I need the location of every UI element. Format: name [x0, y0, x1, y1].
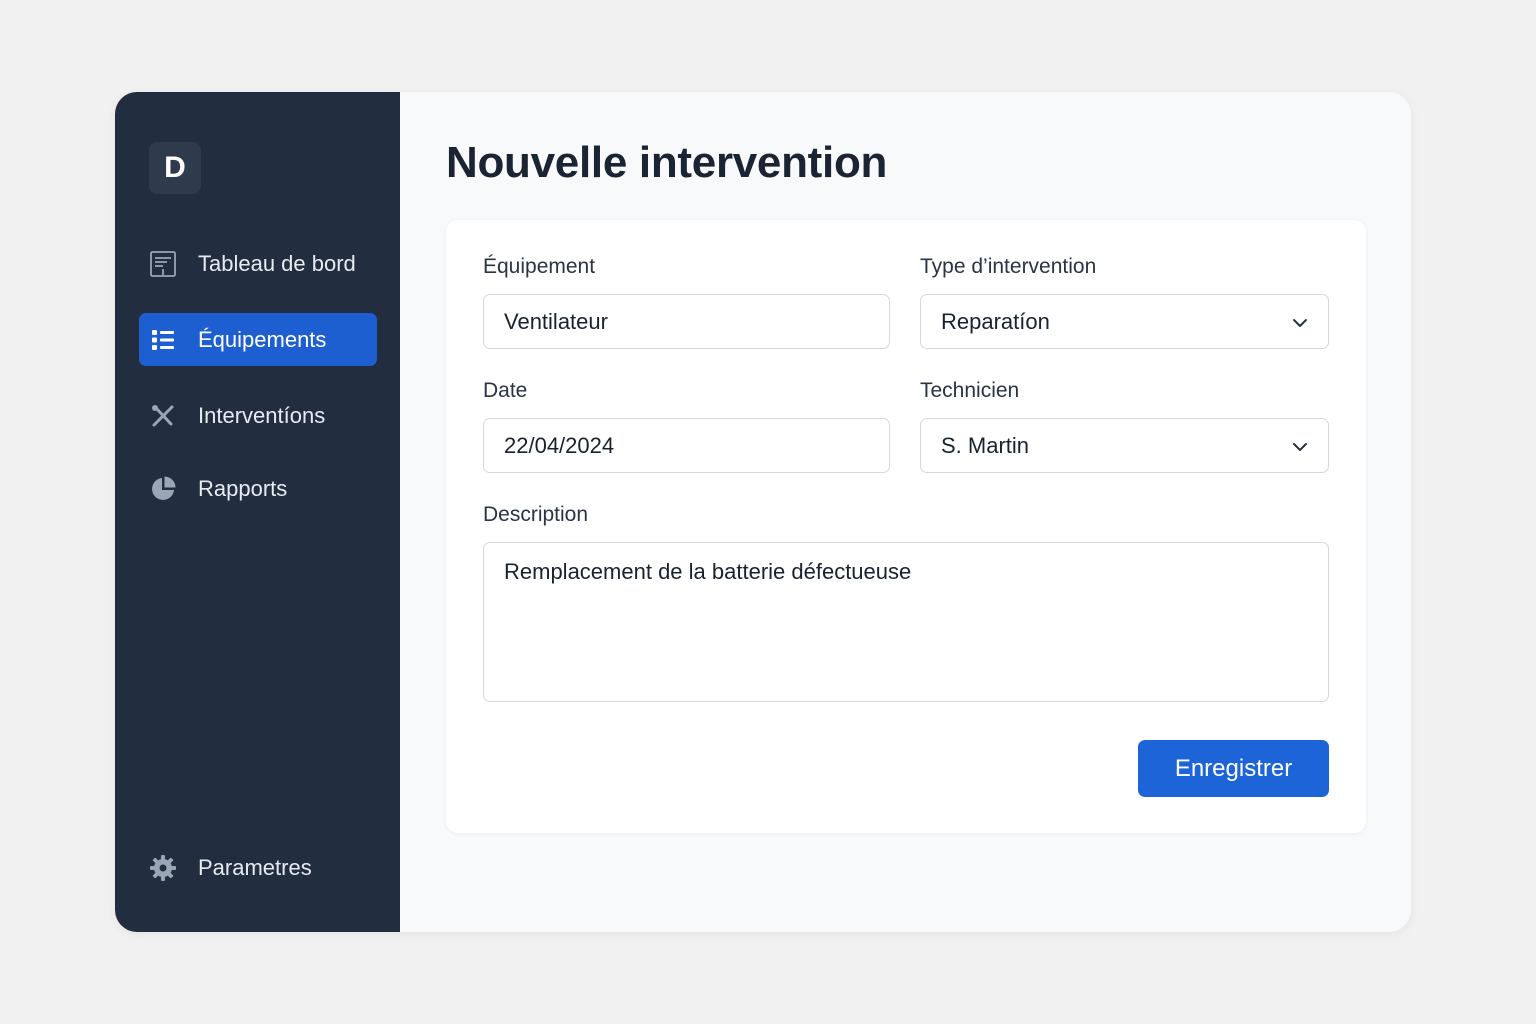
sidebar-item-label: Parametres [198, 854, 312, 880]
intervention-type-label: Type d’intervention [920, 255, 1097, 278]
page-title: Nouvelle intervention [446, 138, 888, 187]
app-logo[interactable]: D [149, 142, 201, 194]
gear-icon [148, 853, 178, 883]
equipment-value: Ventilateur [504, 308, 608, 334]
description-textarea[interactable]: Remplacement de la batterie défectueuse [483, 542, 1329, 702]
date-label: Date [483, 379, 528, 402]
sidebar-item-label: Rapports [198, 475, 288, 501]
intervention-form-card: Équipement Ventilateur Type d’interventi… [446, 220, 1366, 833]
sidebar-item-label: Interventíons [198, 402, 326, 428]
technician-select[interactable]: S. Martin [920, 418, 1329, 473]
equipment-label: Équipement [483, 255, 596, 278]
chevron-down-icon [1293, 319, 1307, 327]
intervention-type-value: Reparatíon [941, 308, 1050, 334]
pie-chart-icon [148, 474, 178, 504]
date-input[interactable]: 22/04/2024 [483, 418, 890, 473]
sidebar: D Tableau de bord Équipements Interventí… [115, 92, 400, 932]
main-content: Nouvelle intervention Équipement Ventila… [400, 92, 1411, 932]
equipment-input[interactable]: Ventilateur [483, 294, 890, 349]
description-label: Description [483, 503, 589, 526]
list-icon [148, 325, 178, 355]
tools-icon [148, 401, 178, 431]
sidebar-item-interventions[interactable]: Interventíons [139, 389, 377, 442]
technician-label: Technicien [920, 379, 1020, 402]
sidebar-item-label: Tableau de bord [198, 250, 356, 276]
app-window: D Tableau de bord Équipements Interventí… [115, 92, 1411, 932]
save-button[interactable]: Enregistrer [1138, 740, 1329, 797]
sidebar-item-rapports[interactable]: Rapports [139, 462, 377, 515]
sidebar-item-label: Équipements [198, 326, 327, 352]
intervention-type-select[interactable]: Reparatíon [920, 294, 1329, 349]
dashboard-icon [148, 249, 178, 279]
sidebar-item-parametres[interactable]: Parametres [139, 841, 377, 894]
technician-value: S. Martin [941, 432, 1030, 458]
sidebar-item-tableau-de-bord[interactable]: Tableau de bord [139, 237, 377, 290]
sidebar-item-equipements[interactable]: Équipements [139, 313, 377, 366]
date-value: 22/04/2024 [504, 432, 615, 458]
chevron-down-icon [1293, 443, 1307, 451]
